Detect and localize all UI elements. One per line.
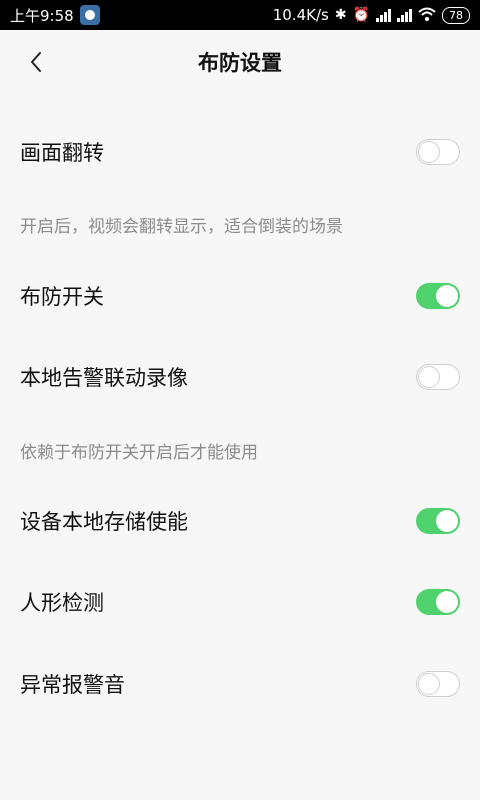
signal-icon bbox=[376, 8, 391, 22]
battery-icon: 78 bbox=[442, 6, 470, 24]
setting-label: 人形检测 bbox=[20, 591, 104, 615]
local-alarm-hint: 依赖于布防开关开启后才能使用 bbox=[20, 443, 258, 463]
setting-label: 布防开关 bbox=[20, 285, 104, 309]
status-time: 上午9:58 bbox=[10, 6, 74, 25]
local-storage-toggle[interactable] bbox=[416, 508, 460, 534]
chevron-left-icon bbox=[31, 52, 41, 72]
flip-hint: 开启后，视频会翻转显示，适合倒装的场景 bbox=[20, 217, 343, 237]
setting-row-local-storage: 设备本地存储使能 bbox=[0, 489, 480, 553]
bluetooth-icon: ✱ bbox=[334, 7, 347, 23]
human-detection-toggle[interactable] bbox=[416, 589, 460, 615]
setting-row-flip: 画面翻转 bbox=[0, 120, 480, 184]
setting-label: 异常报警音 bbox=[20, 673, 125, 697]
setting-label: 本地告警联动录像 bbox=[20, 366, 188, 390]
toggle-knob bbox=[436, 591, 458, 613]
back-button[interactable] bbox=[18, 44, 54, 80]
app-notification-icon bbox=[79, 5, 100, 25]
setting-label: 设备本地存储使能 bbox=[20, 510, 188, 534]
setting-label: 画面翻转 bbox=[20, 141, 104, 165]
toggle-knob bbox=[436, 285, 458, 307]
toggle-knob bbox=[418, 366, 440, 388]
header: 布防设置 bbox=[0, 30, 480, 94]
alarm-icon: ⏰ bbox=[352, 7, 370, 23]
signal-icon bbox=[397, 8, 412, 22]
page-title: 布防设置 bbox=[198, 51, 282, 75]
alarm-sound-toggle[interactable] bbox=[416, 671, 460, 697]
setting-row-human-detection: 人形检测 bbox=[0, 570, 480, 634]
toggle-knob bbox=[436, 510, 458, 532]
network-speed: 10.4K/s bbox=[272, 6, 329, 24]
flip-toggle[interactable] bbox=[416, 139, 460, 165]
setting-row-local-alarm-record: 本地告警联动录像 bbox=[0, 345, 480, 409]
local-alarm-record-toggle[interactable] bbox=[416, 364, 460, 390]
status-bar: 上午9:58 10.4K/s ✱ ⏰ 78 bbox=[0, 0, 480, 30]
setting-row-alarm-sound: 异常报警音 bbox=[0, 652, 480, 716]
setting-row-arming: 布防开关 bbox=[0, 264, 480, 328]
wifi-icon bbox=[418, 7, 436, 24]
toggle-knob bbox=[418, 141, 440, 163]
toggle-knob bbox=[418, 673, 440, 695]
arming-toggle[interactable] bbox=[416, 283, 460, 309]
